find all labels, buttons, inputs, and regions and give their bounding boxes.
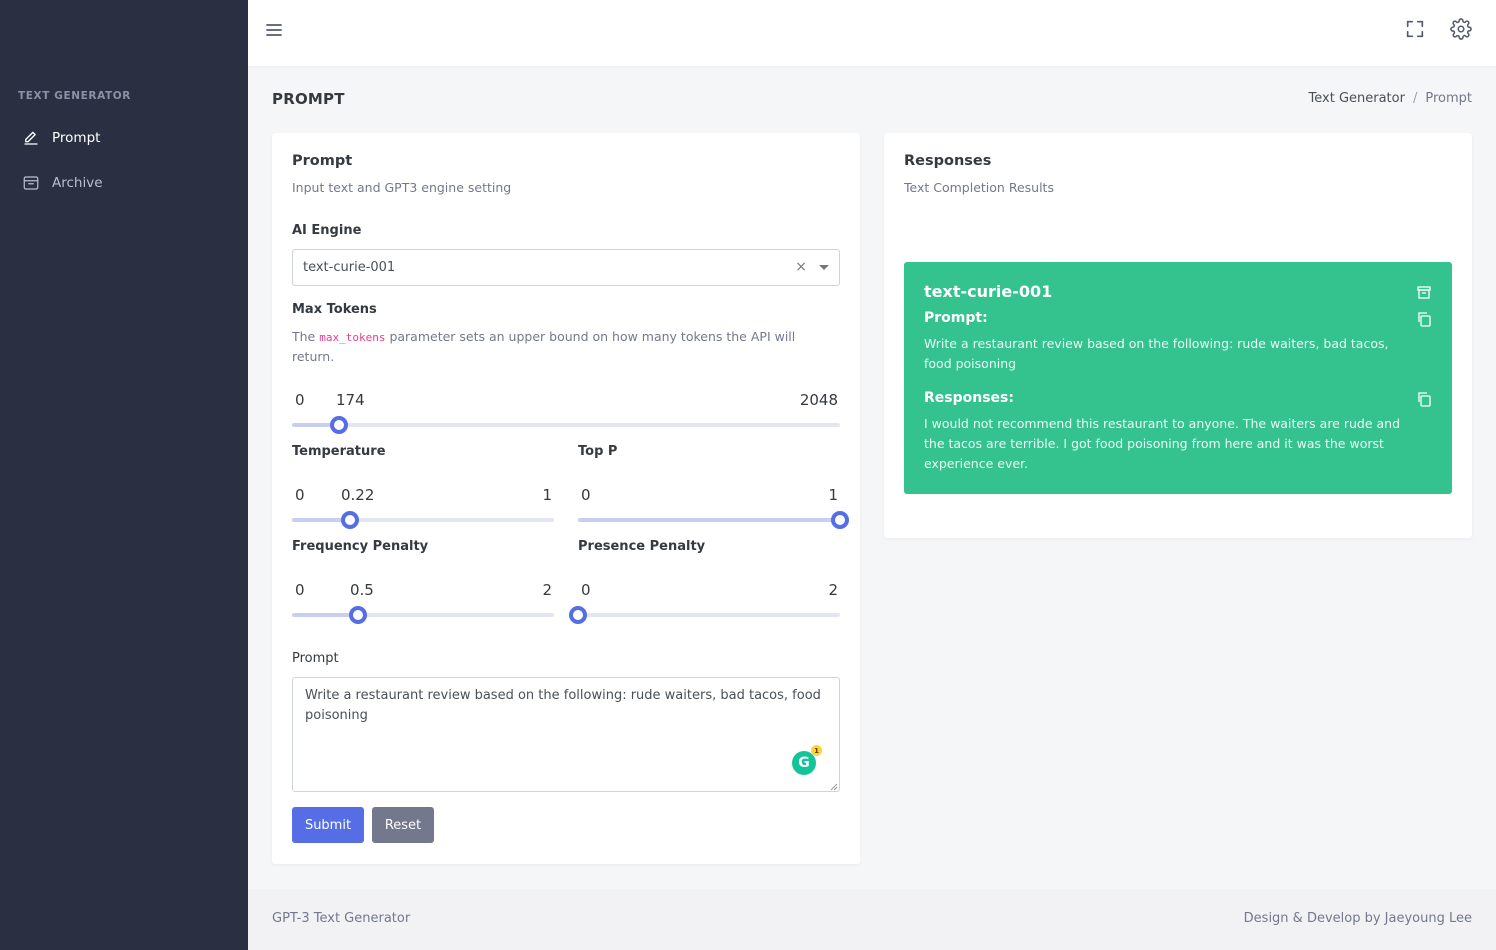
slider-max: 2: [542, 581, 552, 599]
submit-button[interactable]: Submit: [292, 807, 364, 843]
result-prompt-text: Write a restaurant review based on the f…: [924, 336, 1389, 371]
slider-value: 0.5: [350, 581, 374, 599]
prompt-card-subtitle: Input text and GPT3 engine setting: [292, 180, 512, 195]
chevron-down-icon[interactable]: [819, 265, 829, 270]
footer: GPT-3 Text Generator Design & Develop by…: [248, 889, 1496, 950]
top-p-label: Top P: [578, 444, 618, 459]
sidebar: TEXT GENERATOR Prompt Archive: [0, 0, 248, 950]
sidebar-item-label: Prompt: [52, 130, 101, 146]
archive-icon: [23, 176, 39, 190]
breadcrumb-item-prompt: Prompt: [1425, 91, 1472, 106]
grammarly-badge: 1: [811, 745, 822, 756]
pencil-icon: [24, 131, 38, 145]
presence-penalty-slider[interactable]: 0 2: [569, 581, 840, 631]
resize-handle-icon[interactable]: [830, 783, 838, 791]
frequency-penalty-label: Frequency Penalty: [292, 539, 429, 554]
sidebar-section-title: TEXT GENERATOR: [18, 90, 131, 102]
response-result-box: text-curie-001 Prompt: Write a restauran…: [904, 262, 1452, 494]
desc-code: max_tokens: [319, 331, 386, 344]
slider-thumb[interactable]: [340, 511, 359, 529]
result-prompt-heading: Prompt:: [924, 310, 988, 326]
temperature-slider[interactable]: 0 0.22 1: [292, 486, 554, 536]
frequency-penalty-slider[interactable]: 0 0.5 2: [292, 581, 554, 631]
slider-thumb[interactable]: [569, 606, 587, 624]
slider-max: 1: [828, 486, 838, 504]
prompt-card-title: Prompt: [292, 153, 353, 169]
copy-icon[interactable]: [1416, 311, 1432, 327]
engine-select-value: text-curie-001: [303, 260, 396, 275]
max-tokens-description: The max_tokens parameter sets an upper b…: [292, 327, 832, 366]
copy-icon[interactable]: [1416, 391, 1432, 407]
slider-thumb[interactable]: [831, 511, 849, 529]
slider-thumb[interactable]: [329, 416, 348, 434]
sidebar-item-prompt[interactable]: Prompt: [22, 126, 100, 150]
menu-icon[interactable]: [264, 20, 284, 40]
fullscreen-icon[interactable]: [1404, 18, 1426, 40]
prompt-card: Prompt Input text and GPT3 engine settin…: [272, 133, 860, 864]
responses-card: Responses Text Completion Results text-c…: [884, 133, 1472, 538]
grammarly-icon[interactable]: G1: [792, 745, 822, 775]
temperature-label: Temperature: [292, 444, 386, 459]
max-tokens-label: Max Tokens: [292, 302, 377, 317]
slider-fill: [292, 613, 358, 617]
slider-max: 2: [828, 581, 838, 599]
breadcrumb: Text Generator / Prompt: [1309, 91, 1472, 106]
breadcrumb-item-text-generator[interactable]: Text Generator: [1309, 91, 1405, 106]
presence-penalty-label: Presence Penalty: [578, 539, 706, 554]
page-title: PROMPT: [272, 90, 345, 108]
responses-card-subtitle: Text Completion Results: [904, 180, 1054, 195]
slider-value: 174: [336, 391, 365, 409]
slider-min: 0: [581, 486, 591, 504]
slider-min: 0: [295, 486, 305, 504]
slider-value: 0.22: [341, 486, 375, 504]
breadcrumb-separator: /: [1412, 91, 1418, 106]
top-p-slider[interactable]: 0 1: [578, 486, 849, 536]
result-responses-heading: Responses:: [924, 390, 1014, 406]
slider-min: 0: [295, 581, 305, 599]
slider-track[interactable]: [292, 423, 840, 427]
slider-fill: [578, 518, 840, 522]
slider-min: 0: [581, 581, 591, 599]
reset-button[interactable]: Reset: [372, 807, 434, 843]
desc-text-before: The: [292, 329, 320, 344]
responses-card-title: Responses: [904, 153, 992, 169]
sidebar-item-archive[interactable]: Archive: [22, 171, 103, 195]
engine-label: AI Engine: [292, 223, 362, 238]
footer-app-name: GPT-3 Text Generator: [272, 911, 411, 926]
footer-credit: Design & Develop by Jaeyoung Lee: [1243, 911, 1472, 926]
clear-icon[interactable]: ×: [795, 259, 807, 275]
sidebar-item-label: Archive: [52, 175, 103, 191]
slider-track[interactable]: [578, 613, 840, 617]
result-engine: text-curie-001: [924, 282, 1053, 301]
archive-icon[interactable]: [1416, 284, 1432, 300]
prompt-textarea[interactable]: Write a restaurant review based on the f…: [292, 677, 840, 792]
result-response-text: I would not recommend this restaurant to…: [924, 416, 1401, 471]
slider-max: 2048: [799, 391, 838, 409]
prompt-label: Prompt: [292, 651, 339, 666]
slider-max: 1: [542, 486, 552, 504]
engine-select[interactable]: text-curie-001 ×: [292, 249, 840, 286]
gear-icon[interactable]: [1450, 18, 1472, 40]
slider-thumb[interactable]: [348, 606, 367, 624]
topbar: [248, 0, 1496, 66]
slider-min: 0: [295, 391, 305, 409]
max-tokens-slider[interactable]: 0 174 2048: [292, 391, 840, 441]
